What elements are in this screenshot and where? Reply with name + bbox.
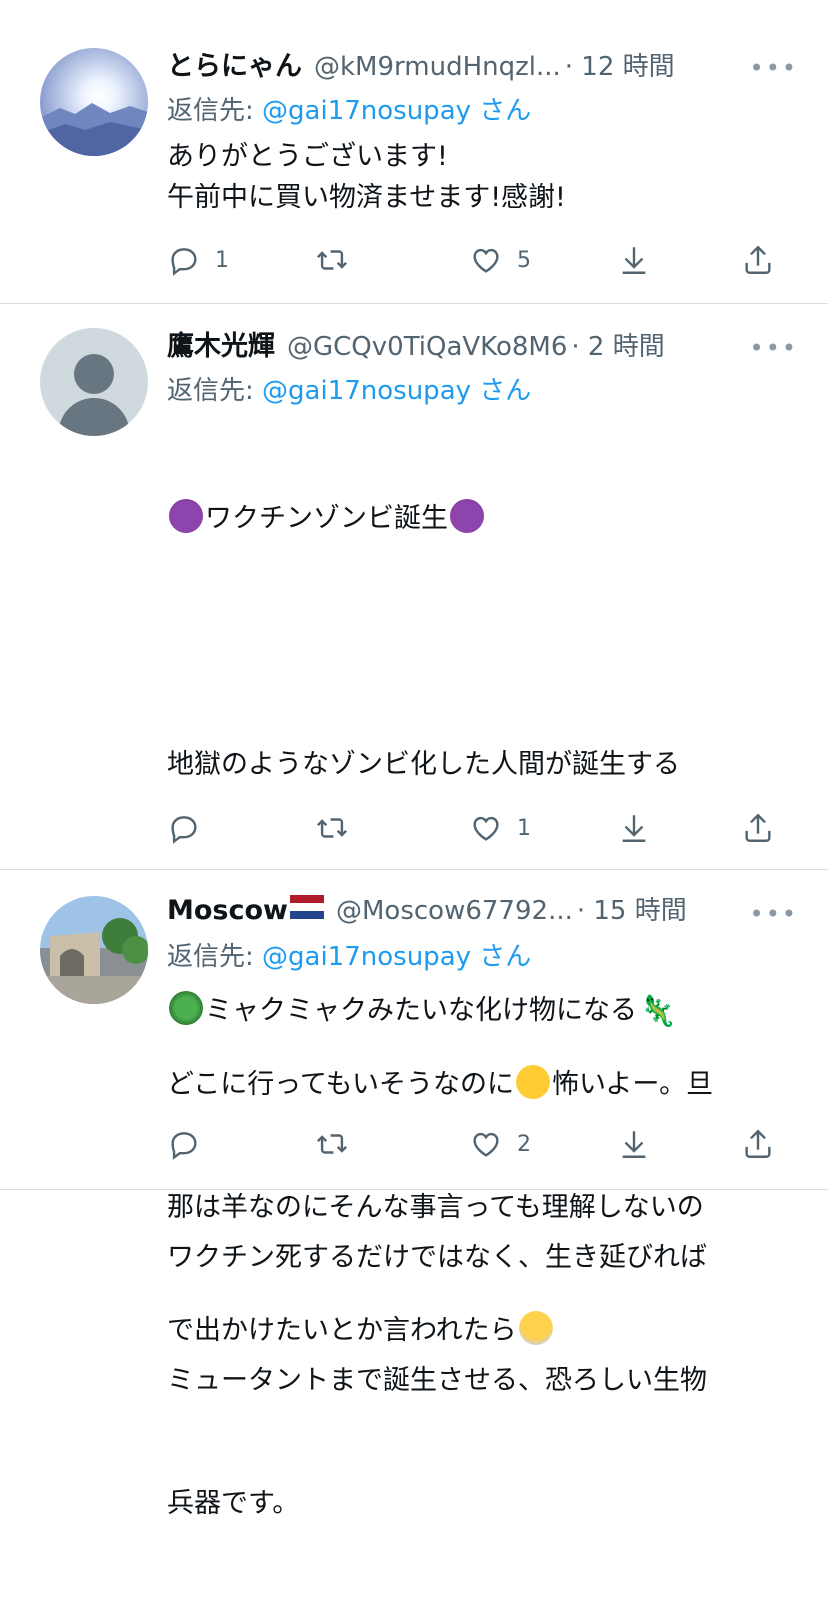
tweet-line: 怖いよー。旦 [551,1069,714,1100]
reply-prefix: 返信先: [167,96,263,126]
tweet-1[interactable]: とらにゃん @kM9rmudHnqzl... · 12 時間 ••• 返信先: … [0,0,828,304]
tweet-line: ワクチンゾンビ誕生 [205,503,448,534]
download-button[interactable] [617,1127,651,1161]
like-button[interactable]: 2 [469,1127,531,1161]
reply-to: 返信先: @gai17nosupay さん [167,936,798,976]
share-icon [745,245,771,274]
devil-emoji-icon [169,499,203,533]
reply-prefix: 返信先: [167,942,263,972]
avatar-default[interactable] [40,328,148,436]
reply-icon [171,816,197,844]
reply-icon [171,1132,197,1160]
screaming-face-emoji-icon [518,1311,553,1345]
like-icon [473,1132,499,1157]
download-icon [622,247,646,274]
tweet-text: ありがとうございます! 午前中に買い物済ませます!感謝! [167,136,798,218]
display-name[interactable]: 鷹木光輝 [167,324,275,363]
display-name[interactable]: Moscow [167,895,288,926]
download-button[interactable] [617,243,651,277]
like-button[interactable]: 1 [469,811,531,845]
display-name[interactable]: とらにゃん [167,44,302,83]
more-icon[interactable]: ••• [750,900,798,928]
like-count: 2 [517,1131,531,1157]
like-button[interactable]: 5 [469,243,531,277]
reply-suffix: さん [471,96,532,126]
like-icon [473,816,499,841]
avatar-moscow[interactable] [40,896,148,1004]
user-handle[interactable]: @kM9rmudHnqzl... [314,52,561,82]
tweet-line: どこに行ってもいそうなのに [167,1069,514,1100]
crying-face-emoji-icon [515,1065,550,1099]
reply-button[interactable] [167,1127,215,1161]
reply-mention[interactable]: @gai17nosupay [262,96,471,126]
reply-suffix: さん [471,942,532,972]
more-icon[interactable]: ••• [750,54,798,82]
retweet-icon [316,250,348,270]
download-button[interactable] [617,811,651,845]
netherlands-flag-icon [290,895,324,919]
reply-prefix: 返信先: [167,376,263,406]
like-count: 5 [517,247,531,273]
like-count: 1 [517,815,531,841]
share-button[interactable] [741,811,775,845]
timestamp[interactable]: · 12 時間 [565,46,675,83]
retweet-button[interactable] [315,243,349,277]
timestamp[interactable]: · 2 時間 [571,326,664,363]
reply-button[interactable] [167,811,215,845]
retweet-icon [316,818,348,838]
timestamp[interactable]: · 15 時間 [577,890,687,927]
share-button[interactable] [741,243,775,277]
avatar-torenyan[interactable] [40,48,148,156]
tweet-line: で出かけたいとか言われたら [167,1315,517,1346]
tweet-line: 午前中に買い物済ませます!感謝! [167,182,566,213]
reply-mention[interactable]: @gai17nosupay [262,376,471,406]
retweet-button[interactable] [315,811,349,845]
tweet-line: 地獄のようなゾンビ化した人間が誕生する [167,749,680,780]
download-icon [622,1131,646,1158]
reply-mention[interactable]: @gai17nosupay [262,942,471,972]
more-icon[interactable]: ••• [750,334,798,362]
user-handle[interactable]: @GCQv0TiQaVKo8M6 [287,332,567,362]
reply-icon [171,248,197,276]
reply-to: 返信先: @gai17nosupay さん [167,90,798,130]
tweet-text: どこに行ってもいそうなのに 怖いよー。旦 那は羊なのにそんな事言っても理解しないの… [167,982,798,1433]
tweet-line: ありがとうございます! [167,141,448,172]
like-icon [473,248,499,273]
share-button[interactable] [741,1127,775,1161]
devil-emoji-icon [450,499,484,533]
reply-count: 1 [215,247,229,273]
retweet-button[interactable] [315,1127,349,1161]
download-icon [622,815,646,842]
tweet-line: 那は羊なのにそんな事言っても理解しないの [167,1192,704,1223]
tweet-3[interactable]: Moscow @Moscow67792... · 15 時間 ••• 返信先: … [0,870,828,1346]
user-handle[interactable]: @Moscow67792... [336,896,573,926]
share-icon [745,1129,771,1158]
tweet-line: 兵器です。 [167,1488,300,1519]
reply-to: 返信先: @gai17nosupay さん [167,370,798,410]
retweet-icon [316,1134,348,1154]
reply-suffix: さん [471,376,532,406]
share-icon [745,813,771,842]
reply-button[interactable]: 1 [167,243,229,277]
tweet-2[interactable]: 鷹木光輝 @GCQv0TiQaVKo8M6 · 2 時間 ••• 返信先: @g… [0,304,828,1519]
